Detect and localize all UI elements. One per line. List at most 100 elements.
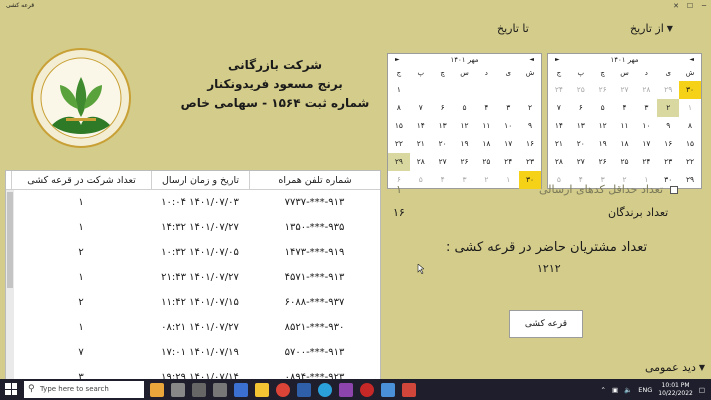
from-date-section[interactable]: ▼ از تاریخ xyxy=(630,22,673,35)
calendar-day[interactable]: ۷ xyxy=(410,99,432,117)
app-icon[interactable] xyxy=(381,382,395,397)
calendar-day[interactable]: ۱۹ xyxy=(454,135,476,153)
calendar-day[interactable]: ۲ xyxy=(475,171,497,189)
calendar-day[interactable]: ۳۰ xyxy=(519,171,541,189)
calendar-day[interactable]: ۱۲ xyxy=(454,117,476,135)
chevron-down-icon[interactable]: ▼ xyxy=(667,24,673,33)
prev-month-button[interactable]: ◄ xyxy=(529,56,534,63)
calendar-day[interactable]: ۱۱ xyxy=(614,117,636,135)
table-row[interactable]: ۹۳۷-***-۶۰۸۸ ۱۴۰۱/۰۷/۱۵ ۱۱:۴۲ ۲ xyxy=(6,290,380,315)
calendar-day[interactable]: ۱۸ xyxy=(475,135,497,153)
telegram-icon[interactable] xyxy=(318,382,332,397)
calendar-day[interactable]: ۲۲ xyxy=(679,153,701,171)
clock[interactable]: 10:01 PM 10/22/2022 xyxy=(658,382,693,398)
calendar-day[interactable]: ۲۹ xyxy=(657,81,679,99)
network-icon[interactable]: ▣ xyxy=(612,386,618,394)
notification-icon[interactable]: □ xyxy=(699,386,705,394)
calendar-day[interactable]: ۲۸ xyxy=(635,81,657,99)
calendar-day[interactable]: ۲ xyxy=(657,99,680,117)
calendar-day[interactable]: ۹ xyxy=(657,117,679,135)
table-row[interactable]: ۹۳۵-***-۱۳۵۰ ۱۴۰۱/۰۷/۲۷ ۱۴:۳۲ ۱ xyxy=(6,215,380,240)
calendar-day[interactable]: ۲۴ xyxy=(548,81,570,99)
calendar-day[interactable]: ۸ xyxy=(388,99,410,117)
close-button[interactable]: ✕ xyxy=(669,0,683,12)
draw-button[interactable]: قرعه کشی xyxy=(509,310,583,338)
calendar-day[interactable]: ۱۷ xyxy=(635,135,657,153)
calendar-day[interactable]: ۱۳ xyxy=(570,117,592,135)
calendar-day[interactable]: ۲۳ xyxy=(657,153,679,171)
taskbar-search-input[interactable]: ⚲ Type here to search xyxy=(24,381,144,398)
calendar-day[interactable]: ۷ xyxy=(548,99,570,117)
maximize-button[interactable]: ☐ xyxy=(683,0,697,12)
calendar-day[interactable]: ۶ xyxy=(432,99,454,117)
column-header-phone[interactable]: شماره تلفن همراه xyxy=(249,171,380,189)
calendar-day[interactable]: ۱۴ xyxy=(548,117,570,135)
calendar-day[interactable]: ۲۸ xyxy=(548,153,570,171)
app-icon[interactable] xyxy=(339,382,353,397)
calendar-day[interactable]: ۲۹ xyxy=(679,171,701,189)
chrome-icon[interactable] xyxy=(276,382,290,397)
calendar-day[interactable]: ۲۵ xyxy=(614,153,636,171)
scrollbar-thumb[interactable] xyxy=(7,192,13,288)
calendar-day[interactable]: ۱۳ xyxy=(432,117,454,135)
calendar-day[interactable]: ۱۵ xyxy=(388,117,410,135)
winners-value[interactable]: ۱۶ xyxy=(393,206,405,219)
next-month-button[interactable]: ► xyxy=(395,56,400,63)
calendar-day[interactable]: ۲۹ xyxy=(388,153,410,171)
table-scrollbar[interactable] xyxy=(6,190,14,383)
calendar-day[interactable]: ۲۳ xyxy=(519,153,541,171)
calendar-day[interactable]: ۲۸ xyxy=(410,153,432,171)
calendar-day[interactable]: ۲۱ xyxy=(548,135,570,153)
file-explorer-icon[interactable] xyxy=(255,382,269,397)
min-codes-option[interactable]: تعداد حداقل کدهای ارسالی xyxy=(539,183,678,196)
calendar-day[interactable]: ۲۶ xyxy=(592,81,614,99)
from-date-calendar[interactable]: ► مهر ۱۴۰۱ ◄ جپچسدیش ۲۴ ۲۵ ۲۶ ۲۷ ۲۸ ۲۹ ۳۰ ۷ ۶ ۵ ۴ ۳… xyxy=(547,53,702,189)
min-codes-value[interactable]: ۱ xyxy=(396,183,402,196)
calendar-day[interactable]: ۴ xyxy=(432,171,454,189)
calendar-day[interactable]: ۱۱ xyxy=(475,117,497,135)
general-view-section[interactable]: ▼ دید عمومی xyxy=(645,361,705,374)
calendar-day[interactable]: ۵ xyxy=(454,99,476,117)
calendar-day[interactable]: ۲۷ xyxy=(614,81,636,99)
calendar-day[interactable]: ۳ xyxy=(497,99,519,117)
calendar-day[interactable]: ۱۴ xyxy=(410,117,432,135)
app-icon[interactable] xyxy=(234,382,248,397)
prev-month-button[interactable]: ◄ xyxy=(689,56,694,63)
language-indicator[interactable]: ENG xyxy=(638,386,652,394)
calendar-day[interactable]: ۳ xyxy=(635,99,657,117)
calendar-day[interactable]: ۶ xyxy=(570,99,592,117)
task-view-icon[interactable] xyxy=(171,382,185,397)
calendar-day[interactable]: ۵ xyxy=(410,171,432,189)
calendar-day[interactable]: ۲۰ xyxy=(432,135,454,153)
calendar-day[interactable]: ۱۲ xyxy=(592,117,614,135)
next-month-button[interactable]: ► xyxy=(555,56,560,63)
table-row[interactable]: ۹۱۹-***-۱۴۷۳ ۱۴۰۱/۰۷/۰۵ ۱۰:۳۲ ۲ xyxy=(6,240,380,265)
calendar-day[interactable]: ۱۷ xyxy=(497,135,519,153)
calendar-day[interactable]: ۱۰ xyxy=(497,117,519,135)
calendar-day[interactable]: ۱۶ xyxy=(519,135,541,153)
calendar-day[interactable]: ۲۷ xyxy=(432,153,454,171)
table-row[interactable]: ۹۱۳-***-۵۷۰۰ ۱۴۰۱/۰۷/۱۹ ۱۷:۰۱ ۷ xyxy=(6,340,380,365)
calendar-day[interactable]: ۱۹ xyxy=(592,135,614,153)
calendar-day[interactable]: ۲۰ xyxy=(570,135,592,153)
calendar-day[interactable]: ۱ xyxy=(679,99,701,117)
min-codes-checkbox[interactable] xyxy=(669,186,678,194)
table-row[interactable]: ۹۱۳-***-۷۷۳۷ ۱۴۰۱/۰۷/۰۳ ۱۰:۰۴ ۱ xyxy=(6,190,380,215)
calendar-day[interactable]: ۲۲ xyxy=(388,135,410,153)
table-row[interactable]: ۹۳۰-***-۸۵۲۱ ۱۴۰۱/۰۷/۲۷ ۰۸:۲۱ ۱ xyxy=(6,315,380,340)
calendar-day[interactable]: ۵ xyxy=(592,99,614,117)
tray-chevron-up-icon[interactable]: ⌃ xyxy=(601,386,606,394)
calendar-day[interactable]: ۹ xyxy=(519,117,541,135)
calendar-day[interactable]: ۲۵ xyxy=(475,153,497,171)
app-icon[interactable] xyxy=(213,382,227,397)
app-icon[interactable] xyxy=(360,382,374,397)
calendar-day[interactable]: ۱۶ xyxy=(657,135,679,153)
column-header-date[interactable]: تاریخ و زمان ارسال xyxy=(151,171,249,189)
minimize-button[interactable]: ─ xyxy=(697,0,711,12)
calendar-day[interactable]: ۲۱ xyxy=(410,135,432,153)
calendar-day[interactable]: ۳۰ xyxy=(679,81,701,99)
calendar-day[interactable]: ۲ xyxy=(519,99,541,117)
windows-start-icon[interactable] xyxy=(5,383,17,395)
calendar-day[interactable]: ۲۵ xyxy=(570,81,592,99)
app-icon[interactable] xyxy=(192,382,206,397)
